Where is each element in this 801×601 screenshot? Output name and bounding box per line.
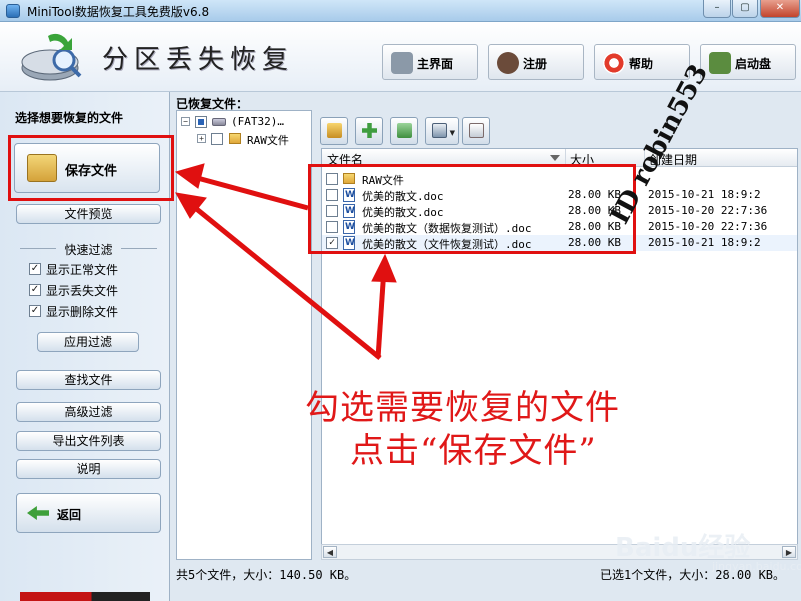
annotation-line-2: 点击“保存文件” [350, 431, 597, 471]
baidu-watermark: Baidu经验 [615, 533, 751, 563]
arrow-to-save-upper [189, 173, 309, 211]
annotation-line-1: 勾选需要恢复的文件 [305, 388, 620, 428]
arrow-to-save-lower [186, 200, 382, 360]
arrow-head-files [371, 253, 397, 283]
arrow-head-upper [174, 163, 205, 189]
baidu-watermark-url: jingyan.baidu.com [712, 560, 801, 573]
